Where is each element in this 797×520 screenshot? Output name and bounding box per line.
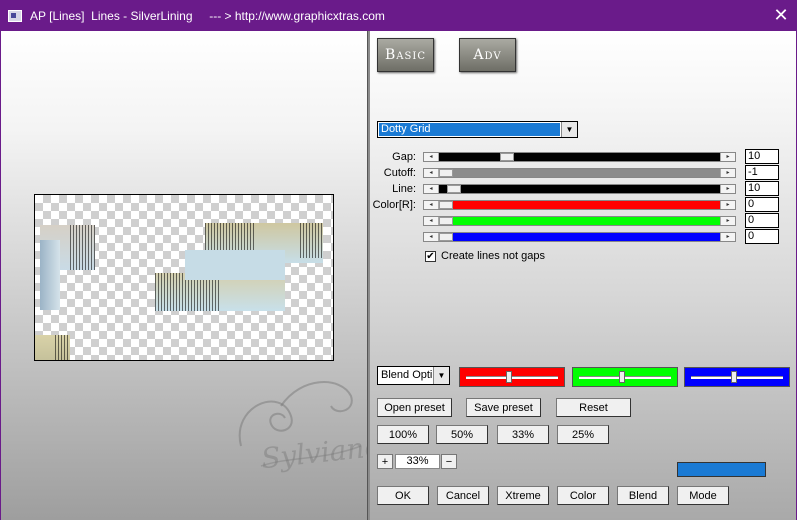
cutoff-slider-left-arrow-icon[interactable]: ◂	[424, 169, 439, 177]
blend-red-slider[interactable]	[459, 367, 565, 387]
cutoff-slider-right-arrow-icon[interactable]: ▸	[720, 169, 735, 177]
color-r-slider-thumb[interactable]	[439, 201, 453, 209]
color-r-value-field[interactable]: 0	[745, 197, 779, 212]
gap-label: Gap:	[392, 151, 416, 163]
color-g-slider-left-arrow-icon[interactable]: ◂	[424, 217, 439, 225]
preview-shape-5	[185, 250, 285, 280]
line-slider-right-arrow-icon[interactable]: ▸	[720, 185, 735, 193]
color-button[interactable]: Color	[557, 486, 609, 505]
preview-lines-6	[55, 335, 70, 360]
blend-red-thumb[interactable]	[505, 371, 512, 383]
blend-blue-thumb[interactable]	[730, 371, 737, 383]
zoom-25-button[interactable]: 25%	[557, 425, 609, 444]
close-icon[interactable]: ✕	[771, 5, 791, 25]
gap-slider-right-arrow-icon[interactable]: ▸	[720, 153, 735, 161]
color-b-slider-left-arrow-icon[interactable]: ◂	[424, 233, 439, 241]
color-g-slider-thumb[interactable]	[439, 217, 453, 225]
line-slider-track[interactable]	[439, 185, 720, 193]
zoom-50-button[interactable]: 50%	[436, 425, 488, 444]
cutoff-slider-thumb[interactable]	[439, 169, 453, 177]
create-lines-label: Create lines not gaps	[441, 250, 545, 262]
line-label: Line:	[392, 183, 416, 195]
blend-options-value: Blend Optio	[381, 369, 432, 381]
zoom-100-button[interactable]: 100%	[377, 425, 429, 444]
gap-slider-track[interactable]	[439, 153, 720, 161]
color-r-slider-right-arrow-icon[interactable]: ▸	[720, 201, 735, 209]
mode-button[interactable]: Mode	[677, 486, 729, 505]
reset-button[interactable]: Reset	[556, 398, 631, 417]
title-bar: AP [Lines] Lines - SilverLining --- > ht…	[0, 0, 797, 31]
watermark: Sylviane	[221, 366, 382, 486]
gap-slider[interactable]: ◂ ▸	[423, 152, 736, 162]
color-g-slider-track[interactable]	[439, 217, 720, 225]
color-b-slider[interactable]: ◂ ▸	[423, 232, 736, 242]
cutoff-slider-track[interactable]	[439, 169, 720, 177]
gap-value-field[interactable]: 10	[745, 149, 779, 164]
save-preset-button[interactable]: Save preset	[466, 398, 541, 417]
color-r-slider-track[interactable]	[439, 201, 720, 209]
line-slider-thumb[interactable]	[447, 185, 461, 193]
color-g-slider[interactable]: ◂ ▸	[423, 216, 736, 226]
window-title: AP [Lines] Lines - SilverLining --- > ht…	[30, 8, 385, 23]
cutoff-slider[interactable]: ◂ ▸	[423, 168, 736, 178]
color-r-slider-left-arrow-icon[interactable]: ◂	[424, 201, 439, 209]
create-lines-checkbox[interactable]: ✔	[425, 251, 436, 262]
blend-green-track	[579, 376, 671, 379]
cutoff-label: Cutoff:	[383, 167, 416, 179]
line-slider[interactable]: ◂ ▸	[423, 184, 736, 194]
zoom-field[interactable]: 33%	[395, 454, 440, 469]
zoom-out-button[interactable]: −	[441, 454, 457, 469]
controls-pane: Basic Adv Dotty Grid ▼ Gap: ◂ ▸ 10 Cutof…	[370, 31, 796, 520]
preset-select[interactable]: Dotty Grid ▼	[377, 121, 578, 138]
zoom-in-button[interactable]: +	[377, 454, 393, 469]
zoom-33-button[interactable]: 33%	[497, 425, 549, 444]
color-g-slider-right-arrow-icon[interactable]: ▸	[720, 217, 735, 225]
preview-lines-3b	[300, 223, 322, 258]
blend-green-thumb[interactable]	[618, 371, 625, 383]
color-b-slider-right-arrow-icon[interactable]: ▸	[720, 233, 735, 241]
cutoff-value-field[interactable]: -1	[745, 165, 779, 180]
preset-select-value: Dotty Grid	[379, 123, 560, 136]
blend-options-select[interactable]: Blend Optio ▼	[377, 366, 450, 385]
cancel-button[interactable]: Cancel	[437, 486, 489, 505]
preview-canvas[interactable]	[34, 194, 334, 361]
line-value-field[interactable]: 10	[745, 181, 779, 196]
preview-shape-2	[40, 240, 60, 310]
color-b-slider-thumb[interactable]	[439, 233, 453, 241]
color-b-value-field[interactable]: 0	[745, 229, 779, 244]
check-icon: ✔	[426, 251, 435, 262]
basic-tab-button[interactable]: Basic	[377, 38, 434, 72]
color-r-slider[interactable]: ◂ ▸	[423, 200, 736, 210]
gap-slider-left-arrow-icon[interactable]: ◂	[424, 153, 439, 161]
line-slider-left-arrow-icon[interactable]: ◂	[424, 185, 439, 193]
chevron-down-icon[interactable]: ▼	[433, 367, 449, 384]
blend-button[interactable]: Blend	[617, 486, 669, 505]
preview-pane: Sylviane	[1, 31, 382, 520]
gap-slider-thumb[interactable]	[500, 153, 515, 161]
plugin-window: Sylviane Basic Adv Dotty Grid ▼ Gap: ◂ ▸…	[0, 31, 797, 520]
app-window-icon	[8, 9, 22, 22]
xtreme-button[interactable]: Xtreme	[497, 486, 549, 505]
blend-blue-track	[691, 376, 783, 379]
color-r-label: Color[R]:	[372, 199, 416, 211]
blend-red-track	[466, 376, 558, 379]
open-preset-button[interactable]: Open preset	[377, 398, 452, 417]
color-g-value-field[interactable]: 0	[745, 213, 779, 228]
preview-lines-1	[70, 225, 95, 270]
blend-blue-slider[interactable]	[684, 367, 790, 387]
chevron-down-icon[interactable]: ▼	[561, 122, 577, 137]
ok-button[interactable]: OK	[377, 486, 429, 505]
color-b-slider-track[interactable]	[439, 233, 720, 241]
blend-green-slider[interactable]	[572, 367, 678, 387]
accent-color-swatch[interactable]	[677, 462, 766, 477]
adv-tab-button[interactable]: Adv	[459, 38, 516, 72]
